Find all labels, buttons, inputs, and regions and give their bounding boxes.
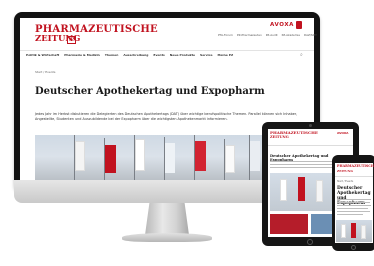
main-nav: Politik & Wirtschaft Pharmazie & Medizin… — [26, 53, 233, 57]
top-link[interactable]: DAZ/SMY — [304, 33, 317, 37]
search-icon[interactable]: ⌕ — [300, 52, 303, 58]
top-link[interactable]: PZ-Akademie — [282, 33, 300, 37]
tablet-publisher-logo[interactable]: AVOXA — [337, 131, 348, 135]
nav-item[interactable]: Pharmazie & Medizin — [64, 53, 100, 57]
imac-stand — [145, 203, 189, 235]
phone-home-button[interactable] — [351, 245, 356, 250]
top-link[interactable]: PTA-Forum — [218, 33, 233, 37]
apple-logo-icon — [163, 184, 175, 198]
tablet-nav-divider — [268, 145, 353, 146]
page-title: Deutscher Apothekertag und Expopharm — [35, 86, 265, 97]
camera-icon — [309, 124, 312, 127]
nav-item[interactable]: Themen — [105, 53, 119, 57]
phone-breadcrumb[interactable]: Start / Events — [337, 180, 353, 183]
home-button[interactable] — [307, 239, 313, 245]
phone-site-logo-sub: ZEITUNG — [337, 169, 354, 173]
top-link[interactable]: PZ-Audit — [266, 33, 278, 37]
phone-hero-image — [336, 220, 372, 242]
article-intro: Jedes Jahr im Herbst diskutieren die Del… — [35, 112, 298, 121]
publisher-mark-icon — [296, 21, 302, 29]
nav-item[interactable]: Meine PZ — [218, 53, 234, 57]
imac-foot — [122, 233, 212, 242]
nav-item[interactable]: Events — [153, 53, 164, 57]
publisher-logo[interactable]: AVOXA — [270, 22, 294, 28]
hero-image — [35, 135, 273, 183]
nav-item[interactable]: Neue Produkte — [170, 53, 195, 57]
top-link[interactable]: PZ-Pharmazeuten — [237, 33, 262, 37]
tablet-teaser-card[interactable] — [270, 214, 308, 234]
breadcrumb[interactable]: Start / Events — [35, 70, 55, 74]
nav-divider — [20, 50, 314, 51]
logo-badge: PZ — [67, 36, 77, 44]
nav-item[interactable]: Service — [200, 53, 212, 57]
top-links: PTA-Forum PZ-Pharmazeuten PZ-Audit PZ-Ak… — [218, 33, 317, 37]
phone-nav-divider — [335, 176, 373, 177]
tablet-site-logo-sub: ZEITUNG — [270, 135, 289, 139]
nav-item[interactable]: Ausschreibung — [123, 53, 148, 57]
phone-article-text — [337, 199, 371, 217]
nav-item[interactable]: Politik & Wirtschaft — [26, 53, 59, 57]
